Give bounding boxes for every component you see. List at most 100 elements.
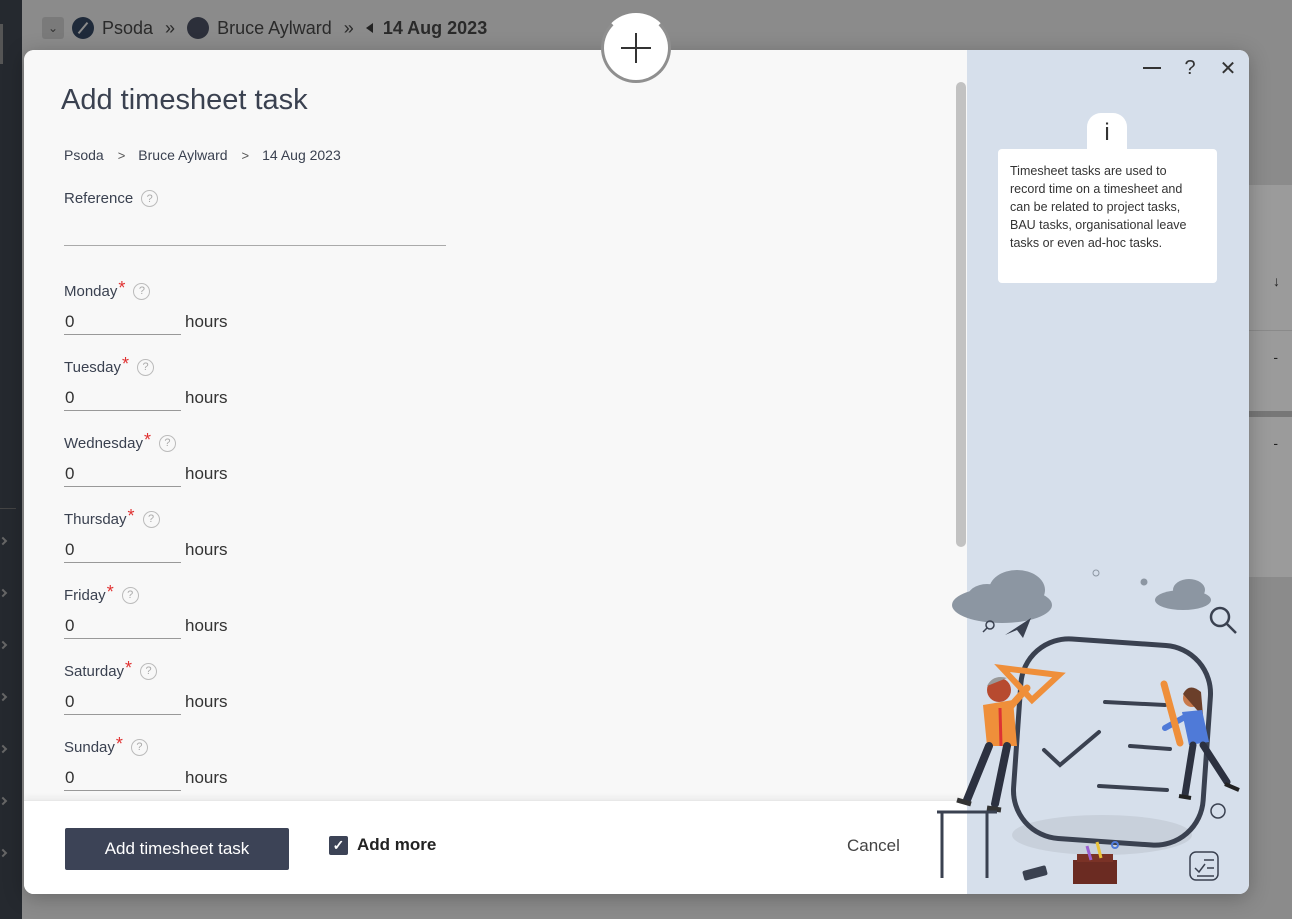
required-marker: * (118, 278, 126, 298)
wednesday-hours-input[interactable] (64, 461, 181, 487)
required-marker: * (125, 658, 133, 678)
cancel-button[interactable]: Cancel (847, 836, 900, 856)
required-marker: * (115, 734, 123, 754)
set-square-icon (994, 664, 1066, 705)
help-icon[interactable]: ? (130, 738, 148, 756)
form-panel: Add timesheet task Psoda > Bruce Aylward… (24, 50, 967, 894)
help-icon[interactable]: ? (1178, 56, 1202, 80)
cloud-icon (952, 570, 1052, 623)
help-icon[interactable]: ? (141, 190, 159, 207)
checkmark-icon[interactable]: ✓ (329, 835, 348, 855)
tuesday-label-row: Tuesday * ? (64, 354, 154, 376)
add-timesheet-task-dialog: Add timesheet task Psoda > Bruce Aylward… (24, 50, 1249, 894)
checklist-line (1097, 784, 1169, 792)
bg-cell-value: - (1273, 435, 1278, 451)
pencil-icon (1160, 680, 1184, 747)
thursday-label-row: Thursday * ? (64, 506, 160, 528)
help-text-card: Timesheet tasks are used to record time … (998, 149, 1217, 283)
add-more-label[interactable]: Add more (357, 835, 436, 855)
add-icon[interactable] (601, 13, 671, 83)
required-marker: * (127, 506, 135, 526)
reference-input[interactable] (64, 245, 446, 246)
sidebar-expand-icon[interactable] (0, 744, 8, 754)
sunday-hours-input[interactable] (64, 765, 181, 791)
decor-dot (1210, 803, 1226, 819)
stool (937, 810, 997, 878)
sidebar-expand-icon[interactable] (0, 692, 8, 702)
bg-breadcrumb-separator: » (343, 17, 354, 38)
required-marker: * (106, 582, 114, 602)
decor-dot (1140, 578, 1148, 586)
breadcrumb-user[interactable]: Bruce Aylward (138, 147, 227, 163)
help-icon[interactable]: ? (137, 358, 154, 376)
bg-breadcrumb-user[interactable]: Bruce Aylward (217, 18, 332, 39)
help-icon[interactable]: ? (140, 662, 158, 680)
checklist-line (1128, 744, 1172, 751)
add-timesheet-task-button[interactable]: Add timesheet task (65, 828, 289, 870)
bg-breadcrumb-separator: » (165, 17, 176, 38)
sidebar-expand-icon[interactable] (0, 640, 8, 650)
timesheet-illustration (937, 569, 1240, 884)
bg-breadcrumb-date[interactable]: 14 Aug 2023 (383, 18, 487, 39)
required-marker: * (143, 430, 151, 450)
magnifier-icon (1209, 606, 1237, 634)
help-icon[interactable]: ? (142, 510, 160, 528)
checkmark-icon (1042, 730, 1101, 768)
help-icon[interactable]: ? (121, 586, 139, 604)
minimize-icon[interactable] (1140, 56, 1164, 80)
reference-label: Reference (64, 190, 134, 207)
friday-hours-input[interactable] (64, 613, 181, 639)
hours-unit-label: hours (185, 388, 228, 407)
required-marker: * (121, 354, 129, 374)
page-title: Add timesheet task (61, 84, 308, 116)
dialog-footer: Add timesheet task ✓ Add more Cancel (24, 800, 967, 894)
bg-cell-value: - (1273, 349, 1278, 365)
bg-row-divider (1248, 411, 1292, 417)
sunday-label: Sunday (64, 738, 115, 756)
magnifier-icon (982, 620, 995, 633)
avatar (187, 17, 210, 39)
hours-unit-label: hours (185, 312, 228, 331)
chevron-right-icon: > (241, 147, 250, 163)
thursday-hours-input[interactable] (64, 537, 181, 563)
hours-unit-label: hours (185, 768, 228, 787)
hours-unit-label: hours (185, 692, 228, 711)
checklist-icon (1189, 851, 1219, 881)
friday-label-row: Friday * ? (64, 582, 139, 604)
close-icon[interactable]: ✕ (1216, 56, 1240, 80)
breadcrumb-org[interactable]: Psoda (64, 147, 104, 163)
bg-breadcrumb-org[interactable]: Psoda (102, 18, 153, 39)
monday-hours-input[interactable] (64, 309, 181, 335)
info-icon: i (1087, 113, 1127, 153)
tuesday-hours-input[interactable] (64, 385, 181, 411)
help-icon[interactable]: ? (133, 282, 151, 300)
bg-breadcrumb: ⌄ Psoda » Bruce Aylward » 14 Aug 2023 (42, 14, 487, 42)
decor-dot (1092, 569, 1100, 577)
scrollbar[interactable] (956, 82, 966, 547)
sort-arrow-icon[interactable]: ↓ (1273, 273, 1280, 289)
man-figure (956, 677, 1031, 813)
sidebar-expand-icon[interactable] (0, 848, 8, 858)
bg-content-panel: ↓ - - (1248, 185, 1292, 577)
wednesday-label: Wednesday (64, 434, 143, 452)
saturday-hours-input[interactable] (64, 689, 181, 715)
left-sidebar (0, 0, 22, 919)
friday-label: Friday (64, 586, 106, 604)
breadcrumb-date[interactable]: 14 Aug 2023 (262, 147, 341, 163)
phone-icon (1022, 865, 1048, 881)
previous-icon[interactable] (365, 23, 373, 33)
monday-label: Monday (64, 282, 118, 300)
saturday-label-row: Saturday * ? (64, 658, 158, 680)
sidebar-selection (0, 24, 3, 64)
sidebar-expand-icon[interactable] (0, 536, 8, 546)
tuesday-label: Tuesday (64, 358, 121, 376)
sidebar-expand-icon[interactable] (0, 588, 8, 598)
saturday-label: Saturday (64, 662, 125, 680)
chevron-down-icon[interactable]: ⌄ (42, 17, 64, 39)
sidebar-expand-icon[interactable] (0, 796, 8, 806)
checklist-line (1103, 700, 1167, 707)
chevron-right-icon: > (117, 147, 126, 163)
add-more-checkbox[interactable]: ✓ Add more (329, 835, 436, 855)
help-icon[interactable]: ? (158, 434, 176, 452)
sunday-label-row: Sunday * ? (64, 734, 148, 756)
